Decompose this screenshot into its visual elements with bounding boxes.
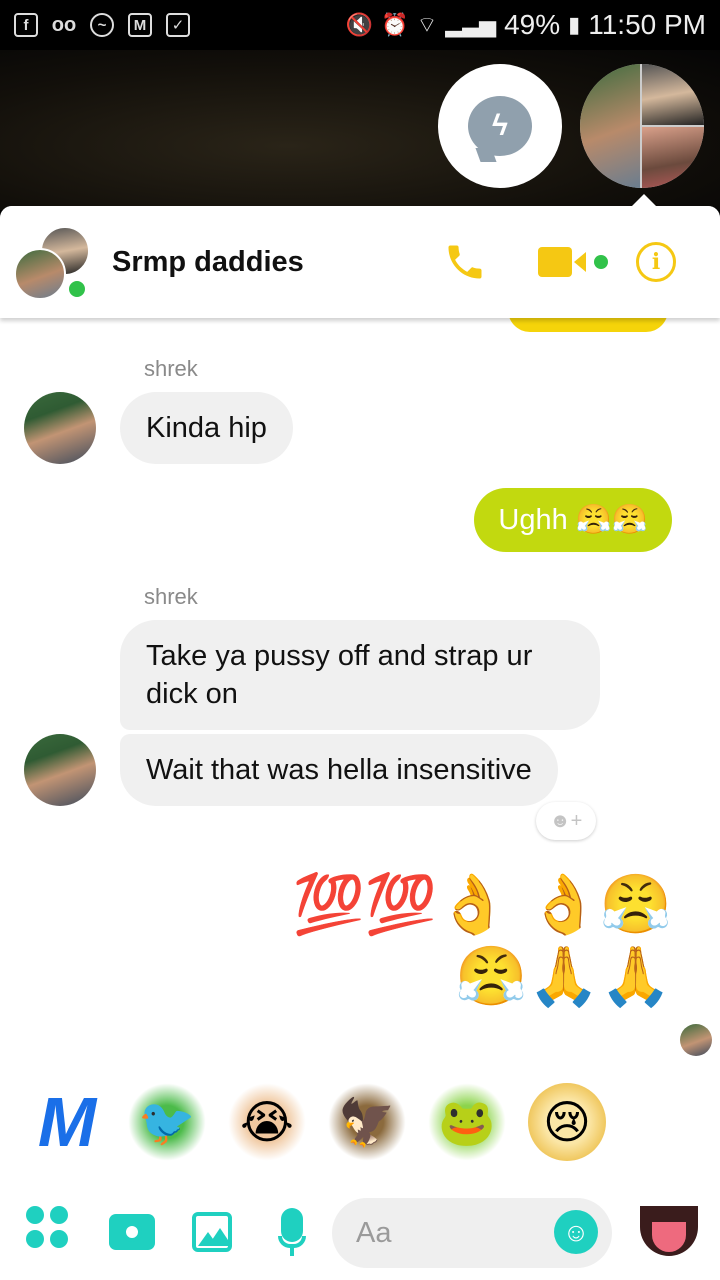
voicemail-icon: oo <box>51 13 77 36</box>
member-photo <box>642 127 704 188</box>
checklist-icon: ✓ <box>166 13 190 37</box>
more-options-button[interactable] <box>26 1206 68 1248</box>
wifi-icon: ⌔ <box>416 12 438 37</box>
mic-foot <box>290 1248 294 1256</box>
gmail-icon: M <box>128 13 152 37</box>
messenger-icon: ~ <box>90 13 114 37</box>
camera-icon <box>109 1214 155 1250</box>
sticker-tray: M 🐦 😭 🦅 🐸 😢 <box>0 1072 720 1172</box>
messenger-bolt-icon: ϟ <box>468 96 532 156</box>
battery-icon: ▮ <box>568 12 581 37</box>
group-avatar <box>14 248 66 300</box>
crying-face-sticker[interactable]: 😢 <box>528 1083 606 1161</box>
member-photo <box>642 64 704 125</box>
alarm-icon: ⏰ <box>381 12 409 37</box>
voice-button[interactable] <box>266 1206 318 1258</box>
sender-name: shrek <box>144 584 198 609</box>
incoming-message[interactable]: Kinda hip <box>120 392 293 464</box>
tongue-icon <box>652 1222 686 1252</box>
sender-name: shrek <box>144 356 198 381</box>
messenger-chathead[interactable]: ϟ <box>438 64 562 188</box>
status-bar: f oo ~ M ✓ 🔇 ⏰ ⌔ ▂▃▅ 49% ▮ 11:50 PM <box>0 0 720 50</box>
online-indicator <box>66 278 88 300</box>
facebook-icon: f <box>14 13 38 37</box>
eagle-sticker[interactable]: 🦅 <box>328 1083 406 1161</box>
video-call-button[interactable] <box>536 238 610 286</box>
emoji-message[interactable]: 💯💯👌 👌😤 😤🙏🙏 <box>252 868 672 1012</box>
mic-stand <box>278 1236 306 1248</box>
phone-icon <box>448 245 482 279</box>
quick-reaction-button[interactable] <box>640 1206 698 1256</box>
gallery-button[interactable] <box>186 1206 238 1258</box>
active-dot <box>594 255 608 269</box>
message-placeholder: Aa <box>356 1216 392 1249</box>
add-reaction-button[interactable]: ☻+ <box>536 802 596 840</box>
clock: 11:50 PM <box>588 9 706 40</box>
camera-button[interactable] <box>106 1206 158 1258</box>
om-nom-sticker[interactable]: 🐸 <box>428 1083 506 1161</box>
system-icons: 🔇 ⏰ ⌔ ▂▃▅ 49% ▮ 11:50 PM <box>346 9 706 41</box>
avatar[interactable] <box>24 392 96 464</box>
conversation-header: Srmp daddies i <box>0 206 720 318</box>
green-bird-sticker[interactable]: 🐦 <box>128 1083 206 1161</box>
mute-icon: 🔇 <box>345 12 374 37</box>
incoming-message[interactable]: Wait that was hella insensitive <box>120 734 558 806</box>
emoji-picker-icon[interactable]: ☺ <box>554 1210 598 1254</box>
message-input[interactable]: Aa ☺ <box>332 1198 612 1268</box>
info-icon: i <box>636 242 676 282</box>
video-camera-lens <box>574 252 586 272</box>
conversation-title[interactable]: Srmp daddies <box>112 246 304 279</box>
video-camera-icon <box>538 247 572 277</box>
composer-bar: Aa ☺ <box>0 1182 720 1280</box>
voice-call-button[interactable] <box>440 238 490 286</box>
outgoing-message[interactable]: Ughh 😤😤 <box>474 488 672 552</box>
seen-avatar <box>680 1024 712 1056</box>
image-icon <box>192 1212 232 1252</box>
conversation-panel: Srmp daddies i shrek Kinda hip Ughh 😤😤 s… <box>0 206 720 1280</box>
avatar[interactable] <box>24 734 96 806</box>
m-assistant-icon[interactable]: M <box>28 1083 106 1161</box>
info-button[interactable]: i <box>634 238 678 286</box>
incoming-message[interactable]: Take ya pussy off and strap ur dick on <box>120 620 600 730</box>
member-photo <box>580 64 640 188</box>
signal-icon: ▂▃▅ <box>445 12 497 37</box>
group-chathead[interactable] <box>580 64 704 188</box>
notification-icons: f oo ~ M ✓ <box>14 13 190 37</box>
crying-man-sticker[interactable]: 😭 <box>228 1083 306 1161</box>
battery-percent: 49% <box>504 9 561 40</box>
